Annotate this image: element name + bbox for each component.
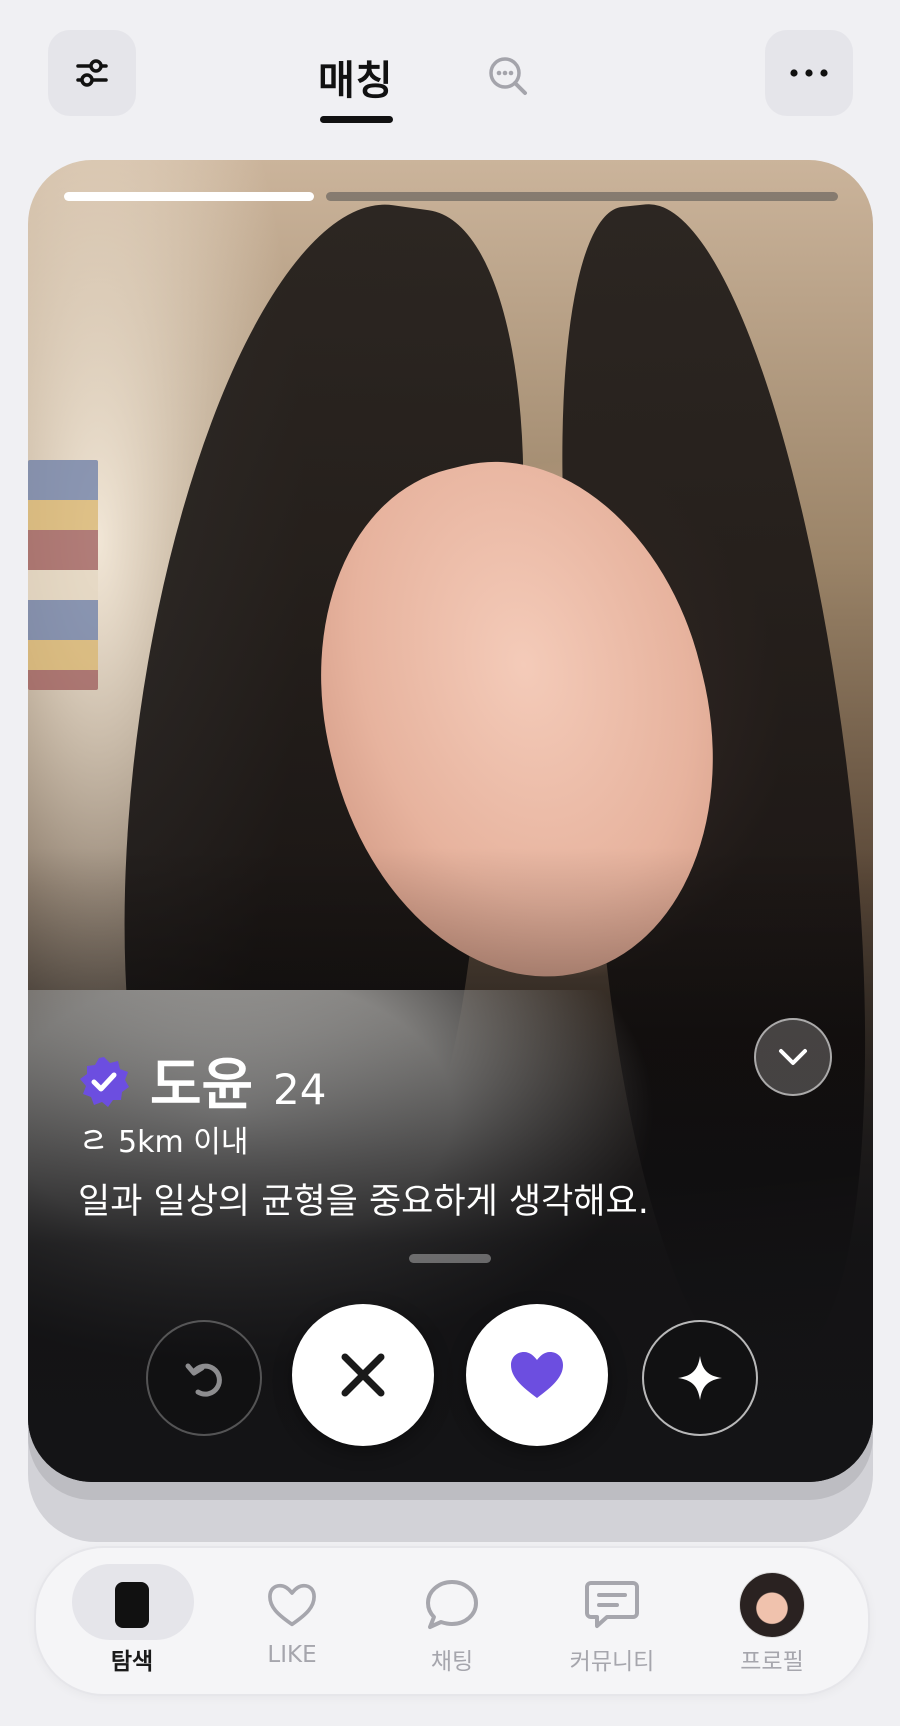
nav-label: 탐색 [110,1649,154,1675]
heart-outline-icon [266,1578,318,1632]
nav-label: 프로필 [740,1649,804,1675]
photo-gradient-overlay [28,160,873,1482]
sparkle-icon [678,1356,722,1400]
photo-progress-segment-2[interactable] [326,192,838,201]
nav-label: 커뮤니티 [569,1649,655,1675]
drag-handle[interactable] [409,1254,491,1263]
nav-label: 채팅 [430,1649,474,1675]
more-button[interactable] [765,30,853,116]
nav-label: LIKE [267,1642,317,1668]
verified-badge-icon [80,1057,129,1107]
close-icon [341,1353,385,1397]
active-tab-indicator [320,116,393,123]
route-icon [84,1129,104,1150]
nav-item-explore[interactable]: 탐색 [52,1548,212,1694]
photo-progress-segment-1[interactable] [64,192,314,201]
sliders-icon [76,59,108,87]
chat-search-icon [489,57,527,95]
bottom-nav: 탐색 LIKE 채팅 커뮤니티 프로필 [34,1546,870,1696]
like-button[interactable] [466,1304,608,1446]
profile-bio: 일과 일상의 균형을 중요하게 생각해요. [78,1182,649,1222]
nav-item-chat[interactable]: 채팅 [372,1548,532,1694]
nav-item-community[interactable]: 커뮤니티 [532,1548,692,1694]
tab-chat-search[interactable] [486,54,530,102]
heart-icon [511,1352,563,1398]
chevron-down-icon [779,1049,807,1065]
profile-age: 24 [273,1065,327,1114]
tab-matching[interactable]: 매칭 [318,48,394,106]
profile-name: 도윤 [150,1053,254,1118]
chat-bubble-icon [425,1578,479,1632]
more-horizontal-icon [790,69,828,77]
nav-item-profile[interactable]: 프로필 [692,1548,852,1694]
avatar-icon [739,1572,805,1638]
profile-card[interactable]: 도윤 24 5km 이내 일과 일상의 균형을 중요하게 생각해요. [28,160,873,1482]
pass-button[interactable] [292,1304,434,1446]
nav-item-like[interactable]: LIKE [212,1548,372,1694]
distance-row: 5km 이내 [80,1117,248,1161]
superlike-button[interactable] [642,1320,758,1436]
message-square-icon [585,1578,639,1632]
card-icon [114,1578,150,1632]
top-bar: 매칭 [0,0,900,150]
undo-button[interactable] [146,1320,262,1436]
undo-icon [185,1363,222,1397]
filter-button[interactable] [48,30,136,116]
distance-text: 5km 이내 [118,1125,249,1160]
profile-name-row: 도윤 24 [78,1040,327,1121]
expand-profile-button[interactable] [754,1018,832,1096]
